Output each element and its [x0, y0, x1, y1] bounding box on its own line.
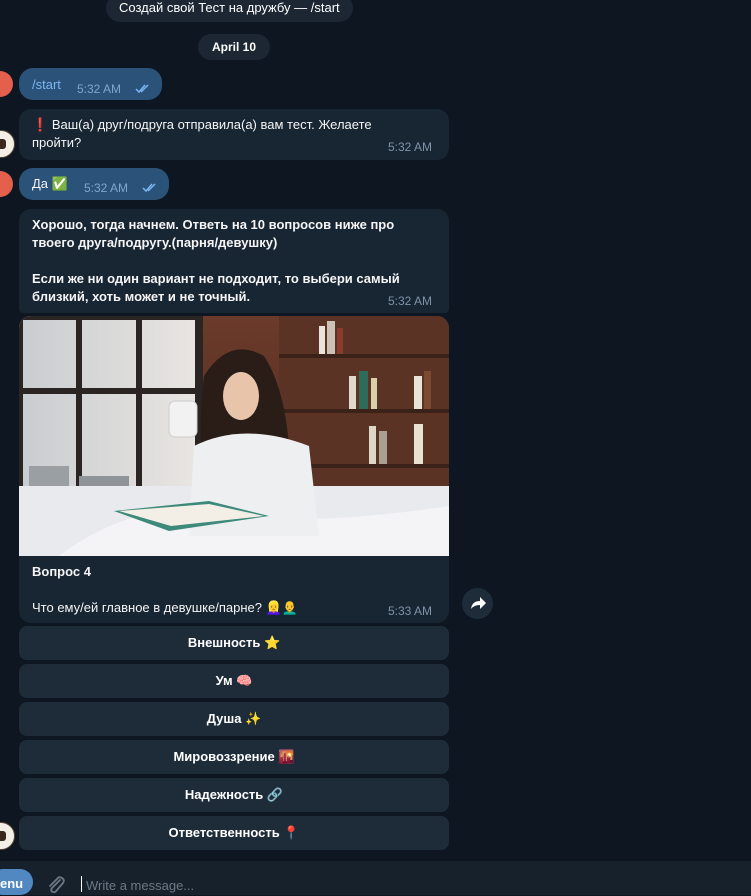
answer-button-responsibility[interactable]: Ответственность 📍 — [19, 816, 449, 850]
photo-girl-reading — [19, 316, 449, 556]
message-time: 5:32 AM — [388, 294, 433, 308]
attach-icon[interactable] — [45, 874, 67, 896]
forward-icon — [471, 597, 486, 609]
menu-button-label: enu — [0, 876, 24, 891]
message-bubble-outgoing: /start 5:32 AM — [19, 68, 162, 100]
answer-button-mind[interactable]: Ум 🧠 — [19, 664, 449, 698]
message-bubble-incoming: ❗ Ваш(а) друг/подруга отправила(а) вам т… — [19, 109, 449, 160]
answer-button-reliability[interactable]: Надежность 🔗 — [19, 778, 449, 812]
avatar-user[interactable] — [0, 171, 13, 197]
message-text: Если же ни один вариант не подходит, то … — [32, 271, 400, 304]
service-message: Создай свой Тест на дружбу — /start — [106, 0, 353, 22]
double-check-icon — [142, 183, 156, 193]
message-input-bar: enu — [0, 861, 751, 896]
date-separator: April 10 — [198, 34, 270, 60]
menu-button[interactable]: enu — [0, 869, 33, 895]
text-cursor — [81, 876, 82, 892]
message-text: ❗ Ваш(а) друг/подруга отправила(а) вам т… — [32, 116, 402, 152]
message-time: 5:32 AM — [77, 82, 122, 96]
message-body: Ваш(а) друг/подруга отправила(а) вам тес… — [32, 117, 372, 150]
answer-button-worldview[interactable]: Мировоззрение 🌇 — [19, 740, 449, 774]
question-title: Вопрос 4 — [32, 564, 91, 579]
message-bubble-incoming: Хорошо, тогда начнем. Ответь на 10 вопро… — [19, 209, 449, 313]
question-text: Что ему/ей главное в девушке/парне? 👱‍♀️… — [32, 600, 298, 615]
message-time: 5:32 AM — [388, 140, 433, 154]
message-photo[interactable] — [19, 316, 449, 556]
forward-button[interactable] — [462, 588, 493, 619]
message-input[interactable] — [84, 874, 688, 896]
exclamation-icon: ❗ — [32, 117, 49, 132]
double-check-icon — [135, 84, 149, 94]
answer-button-appearance[interactable]: Внешность ⭐ — [19, 626, 449, 660]
message-text[interactable]: /start — [32, 77, 61, 92]
message-bubble-outgoing: Да ✅ 5:32 AM — [19, 168, 169, 200]
message-time: 5:32 AM — [84, 181, 129, 195]
avatar-user[interactable] — [0, 71, 13, 97]
message-text: Да ✅ — [32, 176, 68, 191]
avatar-bot[interactable] — [0, 822, 15, 850]
answer-button-soul[interactable]: Душа ✨ — [19, 702, 449, 736]
message-time: 5:33 AM — [388, 604, 433, 618]
message-text: Хорошо, тогда начнем. Ответь на 10 вопро… — [32, 217, 395, 250]
message-caption: Вопрос 4 Что ему/ей главное в девушке/па… — [19, 556, 449, 623]
avatar-bot[interactable] — [0, 130, 15, 158]
